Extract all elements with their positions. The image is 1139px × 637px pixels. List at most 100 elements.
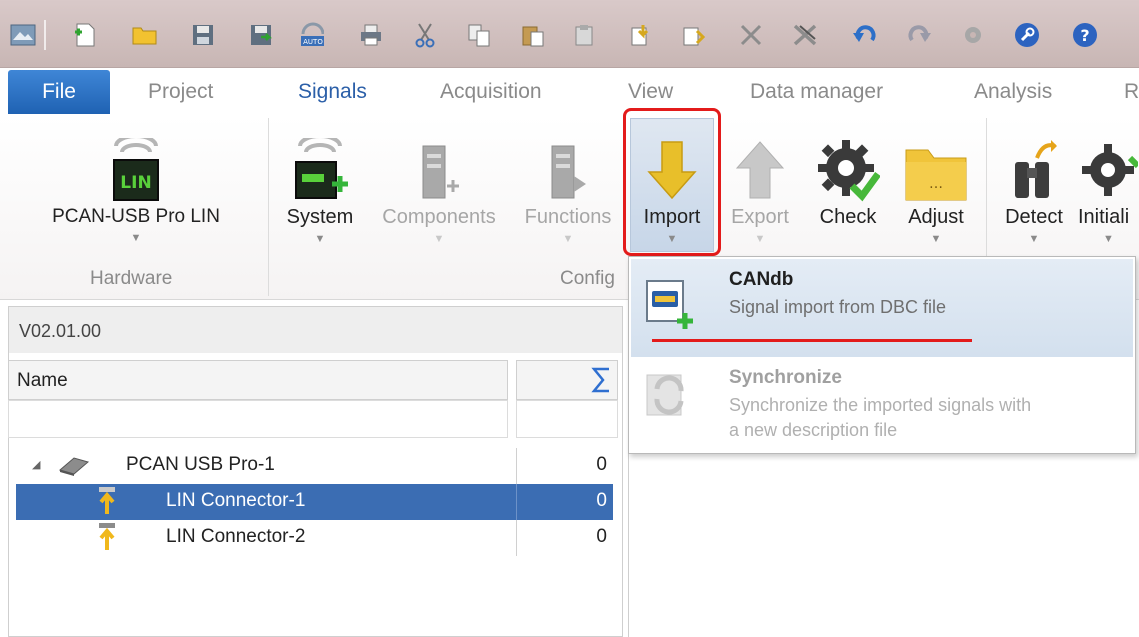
quick-access-toolbar: AUTO ? [0,0,1139,68]
initialize-button-label: Initiali [1078,206,1130,228]
print-icon[interactable] [358,22,384,48]
chevron-down-icon: ▼ [754,233,766,245]
usb-device-icon [56,454,90,481]
app-menu-icon[interactable] [10,22,36,48]
synchronize-title: Synchronize [729,367,842,388]
column-divider [516,520,517,556]
name-filter-cell[interactable] [8,400,508,438]
paste-icon[interactable] [520,22,546,48]
tab-r[interactable]: R [1124,80,1139,104]
import-highlight-box [623,108,721,256]
chevron-down-icon: ▼ [314,233,326,245]
functions-button[interactable]: Functions ▼ [518,116,618,260]
column-divider [516,448,517,484]
export-button[interactable]: Export ▼ [722,116,798,260]
auto-icon[interactable]: AUTO [298,22,324,48]
lin-connector-icon [96,522,118,559]
chevron-down-icon: ▼ [562,233,574,245]
cut-icon[interactable] [412,22,438,48]
new-document-icon[interactable] [72,22,98,48]
adjust-button[interactable]: … Adjust ▼ [898,116,974,260]
hardware-group-label: Hardware [90,268,173,289]
tree-row-value: 0 [596,526,607,547]
expand-triangle-icon[interactable]: ◢ [32,458,40,471]
group-separator [268,118,269,296]
ribbon-tabs: Project Signals Acquisition View Data ma… [0,68,1139,116]
tree-row-value: 0 [596,454,607,475]
detect-binoculars-icon [1009,116,1059,202]
synchronize-description-line1: Synchronize the imported signals with [729,395,1032,415]
check-button[interactable]: Check [808,116,888,260]
functions-icon [546,116,590,202]
tools-wrench-icon[interactable] [1014,22,1040,48]
column-divider [516,484,517,520]
settings-gear-icon[interactable] [960,22,986,48]
candb-import-icon [643,277,693,336]
svg-text:…: … [929,176,943,192]
candb-title: CANdb [729,269,794,290]
tab-acquisition[interactable]: Acquisition [440,80,542,104]
config-group-label: Config [560,268,615,289]
chevron-down-icon: ▼ [130,232,142,244]
components-icon [417,116,461,202]
functions-button-label: Functions [524,206,612,228]
adjust-button-label: Adjust [908,206,964,228]
tab-project[interactable]: Project [148,80,213,104]
paste-special-icon[interactable] [572,22,598,48]
redo-icon[interactable] [906,22,932,48]
tree-row-label: PCAN USB Pro-1 [126,454,275,475]
hardware-button[interactable]: LIN PCAN-USB Pro LIN ▼ [40,116,232,260]
synchronize-icon [643,367,693,426]
chevron-down-icon: ▼ [930,233,942,245]
detect-button[interactable]: Detect ▼ [996,116,1072,260]
tree-row-lin-connector-2[interactable]: LIN Connector-2 0 [16,520,613,556]
import-small-icon[interactable] [628,22,654,48]
synchronize-description-line2: a new description file [729,420,898,440]
check-gear-icon [816,116,880,202]
svg-text:AUTO: AUTO [303,38,323,46]
export-button-label: Export [731,206,789,228]
sigma-icon [591,367,609,393]
copy-icon[interactable] [466,22,492,48]
import-dropdown-menu: CANdb Signal import from DBC file Synchr… [628,256,1136,454]
menu-item-candb[interactable]: CANdb Signal import from DBC file [631,259,1133,357]
export-arrow-up-icon [735,116,785,202]
pcan-lin-device-icon: LIN [106,116,166,202]
menu-item-synchronize[interactable]: Synchronize Synchronize the imported sig… [631,361,1133,451]
help-icon[interactable]: ? [1072,22,1098,48]
open-folder-icon[interactable] [132,22,158,48]
sum-column-header[interactable] [516,360,618,400]
tree-row-pcan-usb-pro[interactable]: ◢ PCAN USB Pro-1 0 [16,448,613,484]
lin-connector-icon [96,486,118,523]
tree-row-label: LIN Connector-2 [166,526,306,547]
undo-icon[interactable] [852,22,878,48]
candb-underline-annotation [652,339,972,342]
components-button-label: Components [382,206,496,228]
save-as-icon[interactable] [248,22,274,48]
initialize-gear-icon [1078,116,1138,202]
initialize-button[interactable]: Initiali ▼ [1078,116,1139,260]
tree-row-lin-connector-1[interactable]: LIN Connector-1 0 [16,484,613,520]
delete-all-icon[interactable] [792,22,818,48]
name-column-header[interactable]: Name [8,360,508,400]
chevron-down-icon: ▼ [1028,233,1040,245]
adjust-folder-icon: … [904,116,968,202]
tab-data-manager[interactable]: Data manager [750,80,883,104]
svg-text:?: ? [1080,26,1089,45]
toolbar-separator [44,20,46,50]
sum-filter-cell[interactable] [516,400,618,438]
tab-signals[interactable]: Signals [298,80,367,104]
components-button[interactable]: Components ▼ [374,116,504,260]
chevron-down-icon: ▼ [1103,233,1114,245]
tab-analysis[interactable]: Analysis [974,80,1052,104]
tab-view[interactable]: View [628,80,673,104]
system-button[interactable]: System ▼ [280,116,360,260]
tab-file[interactable]: File [8,70,110,114]
candb-description: Signal import from DBC file [729,297,947,317]
tree-row-label: LIN Connector-1 [166,490,306,511]
system-button-label: System [286,206,354,228]
export-small-icon[interactable] [680,22,706,48]
tree-row-value: 0 [596,490,607,511]
delete-icon[interactable] [738,22,764,48]
save-icon[interactable] [190,22,216,48]
